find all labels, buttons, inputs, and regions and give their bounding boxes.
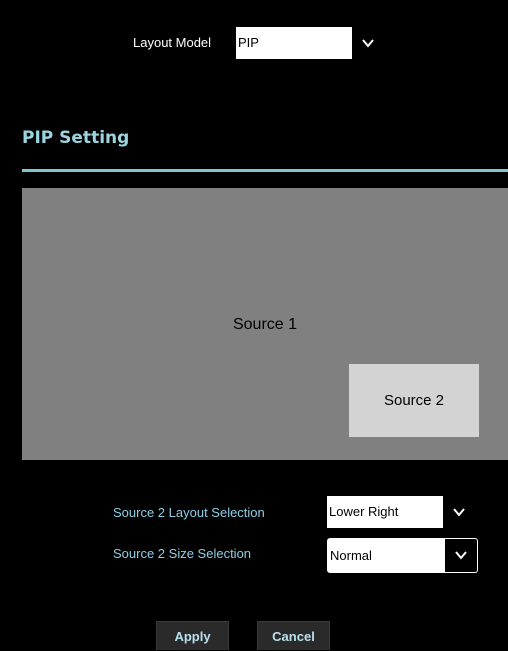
source2-size-value: Normal <box>330 548 372 563</box>
source-2-label: Source 2 <box>383 392 445 409</box>
source2-layout-value: Lower Right <box>329 504 399 519</box>
source2-size-select[interactable]: Normal <box>327 538 478 573</box>
source-2-box: Source 2 <box>349 364 479 437</box>
layout-model-select[interactable]: PIP <box>236 27 384 59</box>
layout-model-label: Layout Model <box>133 35 212 50</box>
source2-layout-select[interactable]: Lower Right <box>327 496 475 528</box>
chevron-down-icon[interactable] <box>352 27 384 59</box>
apply-button[interactable]: Apply <box>156 621 229 650</box>
section-divider <box>22 169 508 172</box>
layout-model-value: PIP <box>238 35 259 50</box>
pip-setting-title: PIP Setting <box>22 128 130 148</box>
source-1-label: Source 1 <box>232 316 298 333</box>
source2-layout-label: Source 2 Layout Selection <box>113 505 265 520</box>
source2-size-label: Source 2 Size Selection <box>113 546 252 561</box>
chevron-down-icon[interactable] <box>443 496 475 528</box>
pip-preview: Source 1 Source 2 <box>22 188 508 460</box>
chevron-down-icon[interactable] <box>445 539 477 572</box>
cancel-button[interactable]: Cancel <box>257 621 330 650</box>
